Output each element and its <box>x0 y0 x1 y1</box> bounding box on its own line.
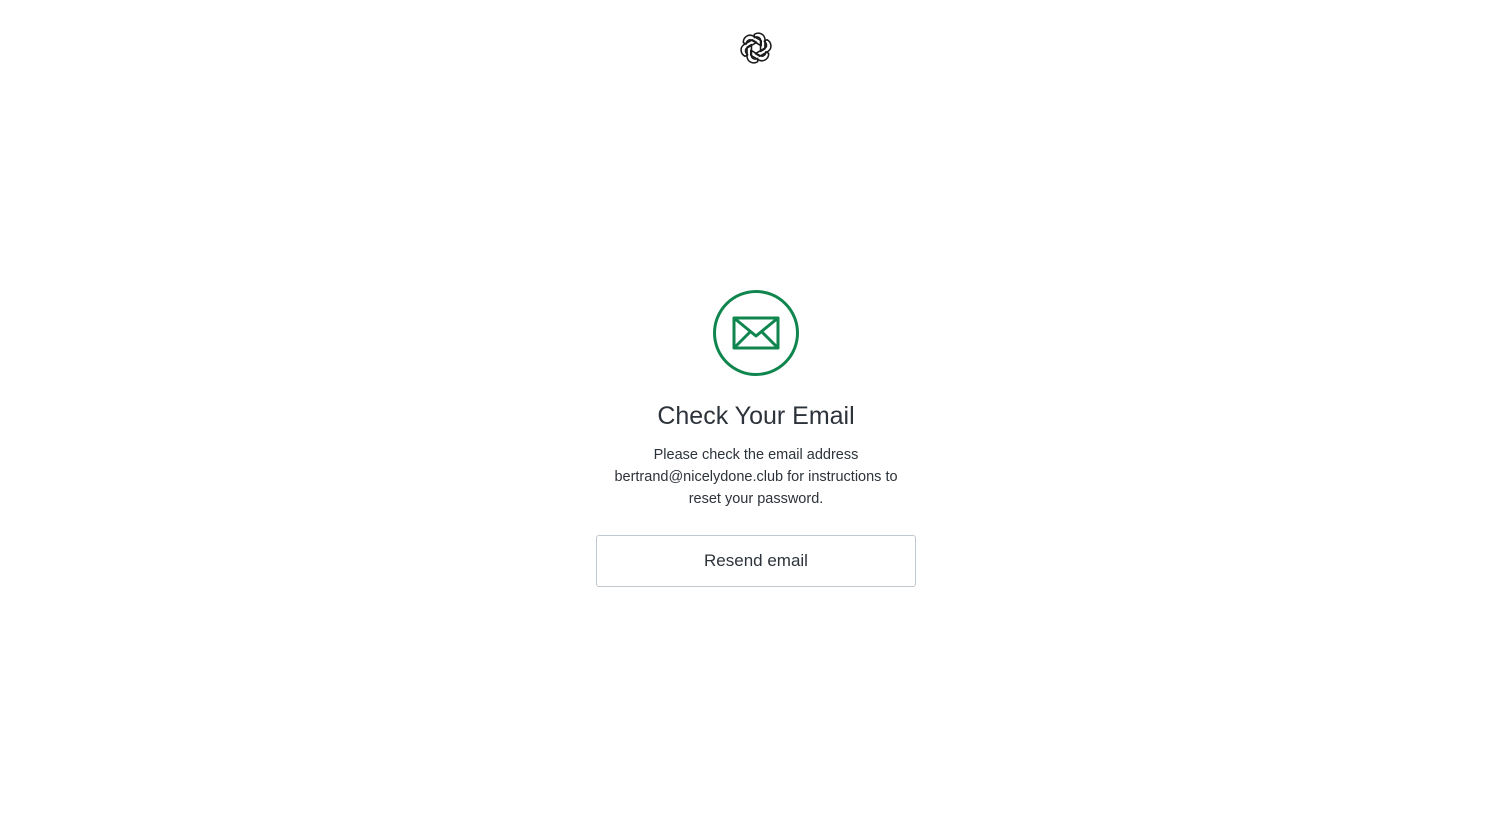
page: Check Your Email Please check the email … <box>0 0 1512 814</box>
resend-email-button[interactable]: Resend email <box>596 535 916 587</box>
page-title: Check Your Email <box>657 402 855 430</box>
envelope-badge <box>713 290 799 376</box>
check-email-panel: Check Your Email Please check the email … <box>556 290 956 587</box>
envelope-icon <box>732 316 780 350</box>
instructions-text: Please check the email address bertrand@… <box>614 447 898 507</box>
openai-logo-icon <box>739 31 773 65</box>
